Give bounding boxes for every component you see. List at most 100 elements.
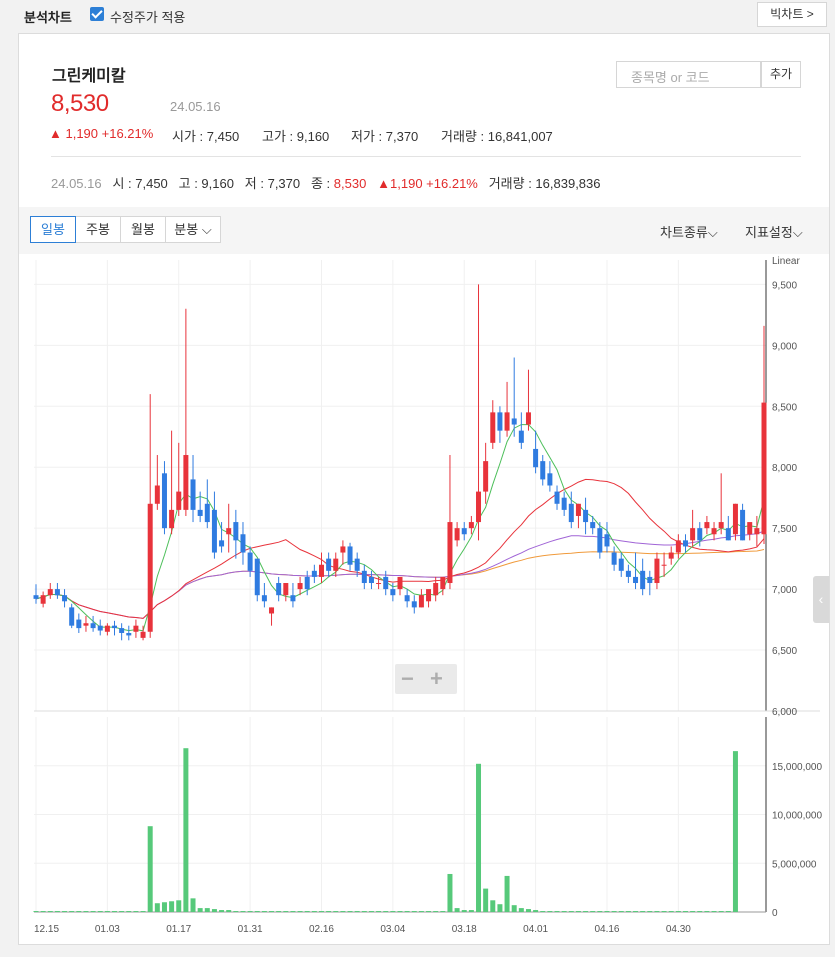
volume-bar [483, 888, 489, 912]
candle-body [126, 632, 132, 636]
candle-body [197, 509, 203, 516]
volume-bar [640, 911, 646, 913]
candle-body [397, 576, 403, 590]
candle-body [511, 418, 517, 425]
candle-body [554, 491, 560, 504]
volume-bar [533, 910, 539, 912]
zoom-out-button[interactable]: − [401, 666, 414, 692]
volume-bar [354, 911, 360, 913]
candle-body [383, 576, 389, 590]
candle-body [461, 528, 467, 535]
candle-body [654, 558, 660, 584]
volume-tick-label: 5,000,000 [772, 859, 817, 870]
date-tick-label: 01.03 [95, 924, 120, 935]
volume-bar [568, 911, 574, 913]
volume-bar [40, 911, 46, 913]
volume-bar [711, 911, 717, 913]
candle-body [518, 430, 524, 443]
volume-bar [418, 911, 424, 913]
candle-body [583, 509, 589, 523]
candle-body [611, 552, 617, 565]
candle-body [190, 479, 196, 510]
volume-bar [682, 911, 688, 913]
candle-body [304, 576, 310, 590]
tab-daily[interactable]: 일봉 [30, 216, 76, 243]
volume-bar [69, 911, 75, 913]
volume-bar [318, 911, 324, 913]
volume-bar [490, 900, 496, 912]
volume-bar [604, 911, 610, 913]
zoom-control: − + [395, 664, 457, 694]
candle-body [76, 619, 82, 629]
candle-body [690, 528, 696, 541]
candle-body [568, 503, 574, 523]
volume-bar [461, 910, 467, 912]
volume-bar [597, 911, 603, 913]
side-panel-toggle[interactable]: ‹ [813, 576, 829, 623]
volume-bar [261, 911, 267, 913]
volume-bar [219, 910, 225, 912]
candle-body [147, 503, 153, 632]
volume-bar [376, 911, 382, 913]
candle-body [704, 522, 710, 529]
date-tick-label: 03.04 [380, 924, 405, 935]
candle-body [261, 595, 267, 602]
volume-bar [675, 911, 681, 913]
candle-body [440, 576, 446, 590]
candle-body [533, 448, 539, 468]
volume-bar [661, 911, 667, 913]
volume-bar [33, 911, 39, 913]
candle-body [90, 623, 96, 629]
candle-body [675, 540, 681, 553]
candle-body [725, 528, 731, 541]
candle-body [47, 589, 53, 596]
candle-body [711, 528, 717, 535]
volume-bar [190, 898, 196, 912]
volume-bar [340, 911, 346, 913]
volume-bar [704, 911, 710, 913]
candle-body [204, 503, 210, 523]
volume-bar [554, 911, 560, 913]
volume-bar [390, 911, 396, 913]
volume-bar [361, 911, 367, 913]
candle-body [361, 570, 367, 584]
volume-bar [333, 911, 339, 913]
price-plot-area [34, 260, 766, 711]
date-tick-label: 12.15 [34, 924, 59, 935]
volume-bar [476, 763, 482, 912]
stock-chart[interactable]: Linear 6,000 6,500 7,000 7,500 8,000 8,500 9,00… [0, 0, 835, 957]
candle-body [476, 491, 482, 523]
candle-body [668, 552, 674, 559]
candle-body [112, 625, 118, 629]
volume-bar [625, 911, 631, 913]
volume-bar [468, 910, 474, 912]
candle-body [426, 589, 432, 602]
candle-body [718, 522, 724, 529]
volume-bar [197, 908, 203, 912]
candle-body [354, 558, 360, 571]
candle-body [340, 546, 346, 553]
candle-body [104, 625, 110, 632]
zoom-in-button[interactable]: + [430, 666, 443, 692]
candle-body [176, 491, 182, 510]
candle-body [633, 576, 639, 584]
volume-bar [297, 911, 303, 913]
volume-bar [126, 911, 132, 913]
price-tick-label: 8,500 [772, 402, 797, 413]
volume-bar [440, 911, 446, 913]
candle-body [604, 534, 610, 547]
date-tick-label: 01.17 [166, 924, 191, 935]
candle-body [254, 558, 260, 596]
volume-bar [618, 911, 624, 913]
candle-body [540, 461, 546, 480]
candle-body [761, 402, 767, 535]
volume-bar [104, 911, 110, 913]
candle-body [661, 564, 667, 566]
candle-body [468, 522, 474, 529]
volume-bar [147, 826, 153, 912]
candle-body [33, 595, 39, 599]
volume-bar [447, 873, 453, 912]
candle-body [697, 528, 703, 541]
volume-bar [311, 911, 317, 913]
volume-tick-label: 0 [772, 908, 778, 919]
